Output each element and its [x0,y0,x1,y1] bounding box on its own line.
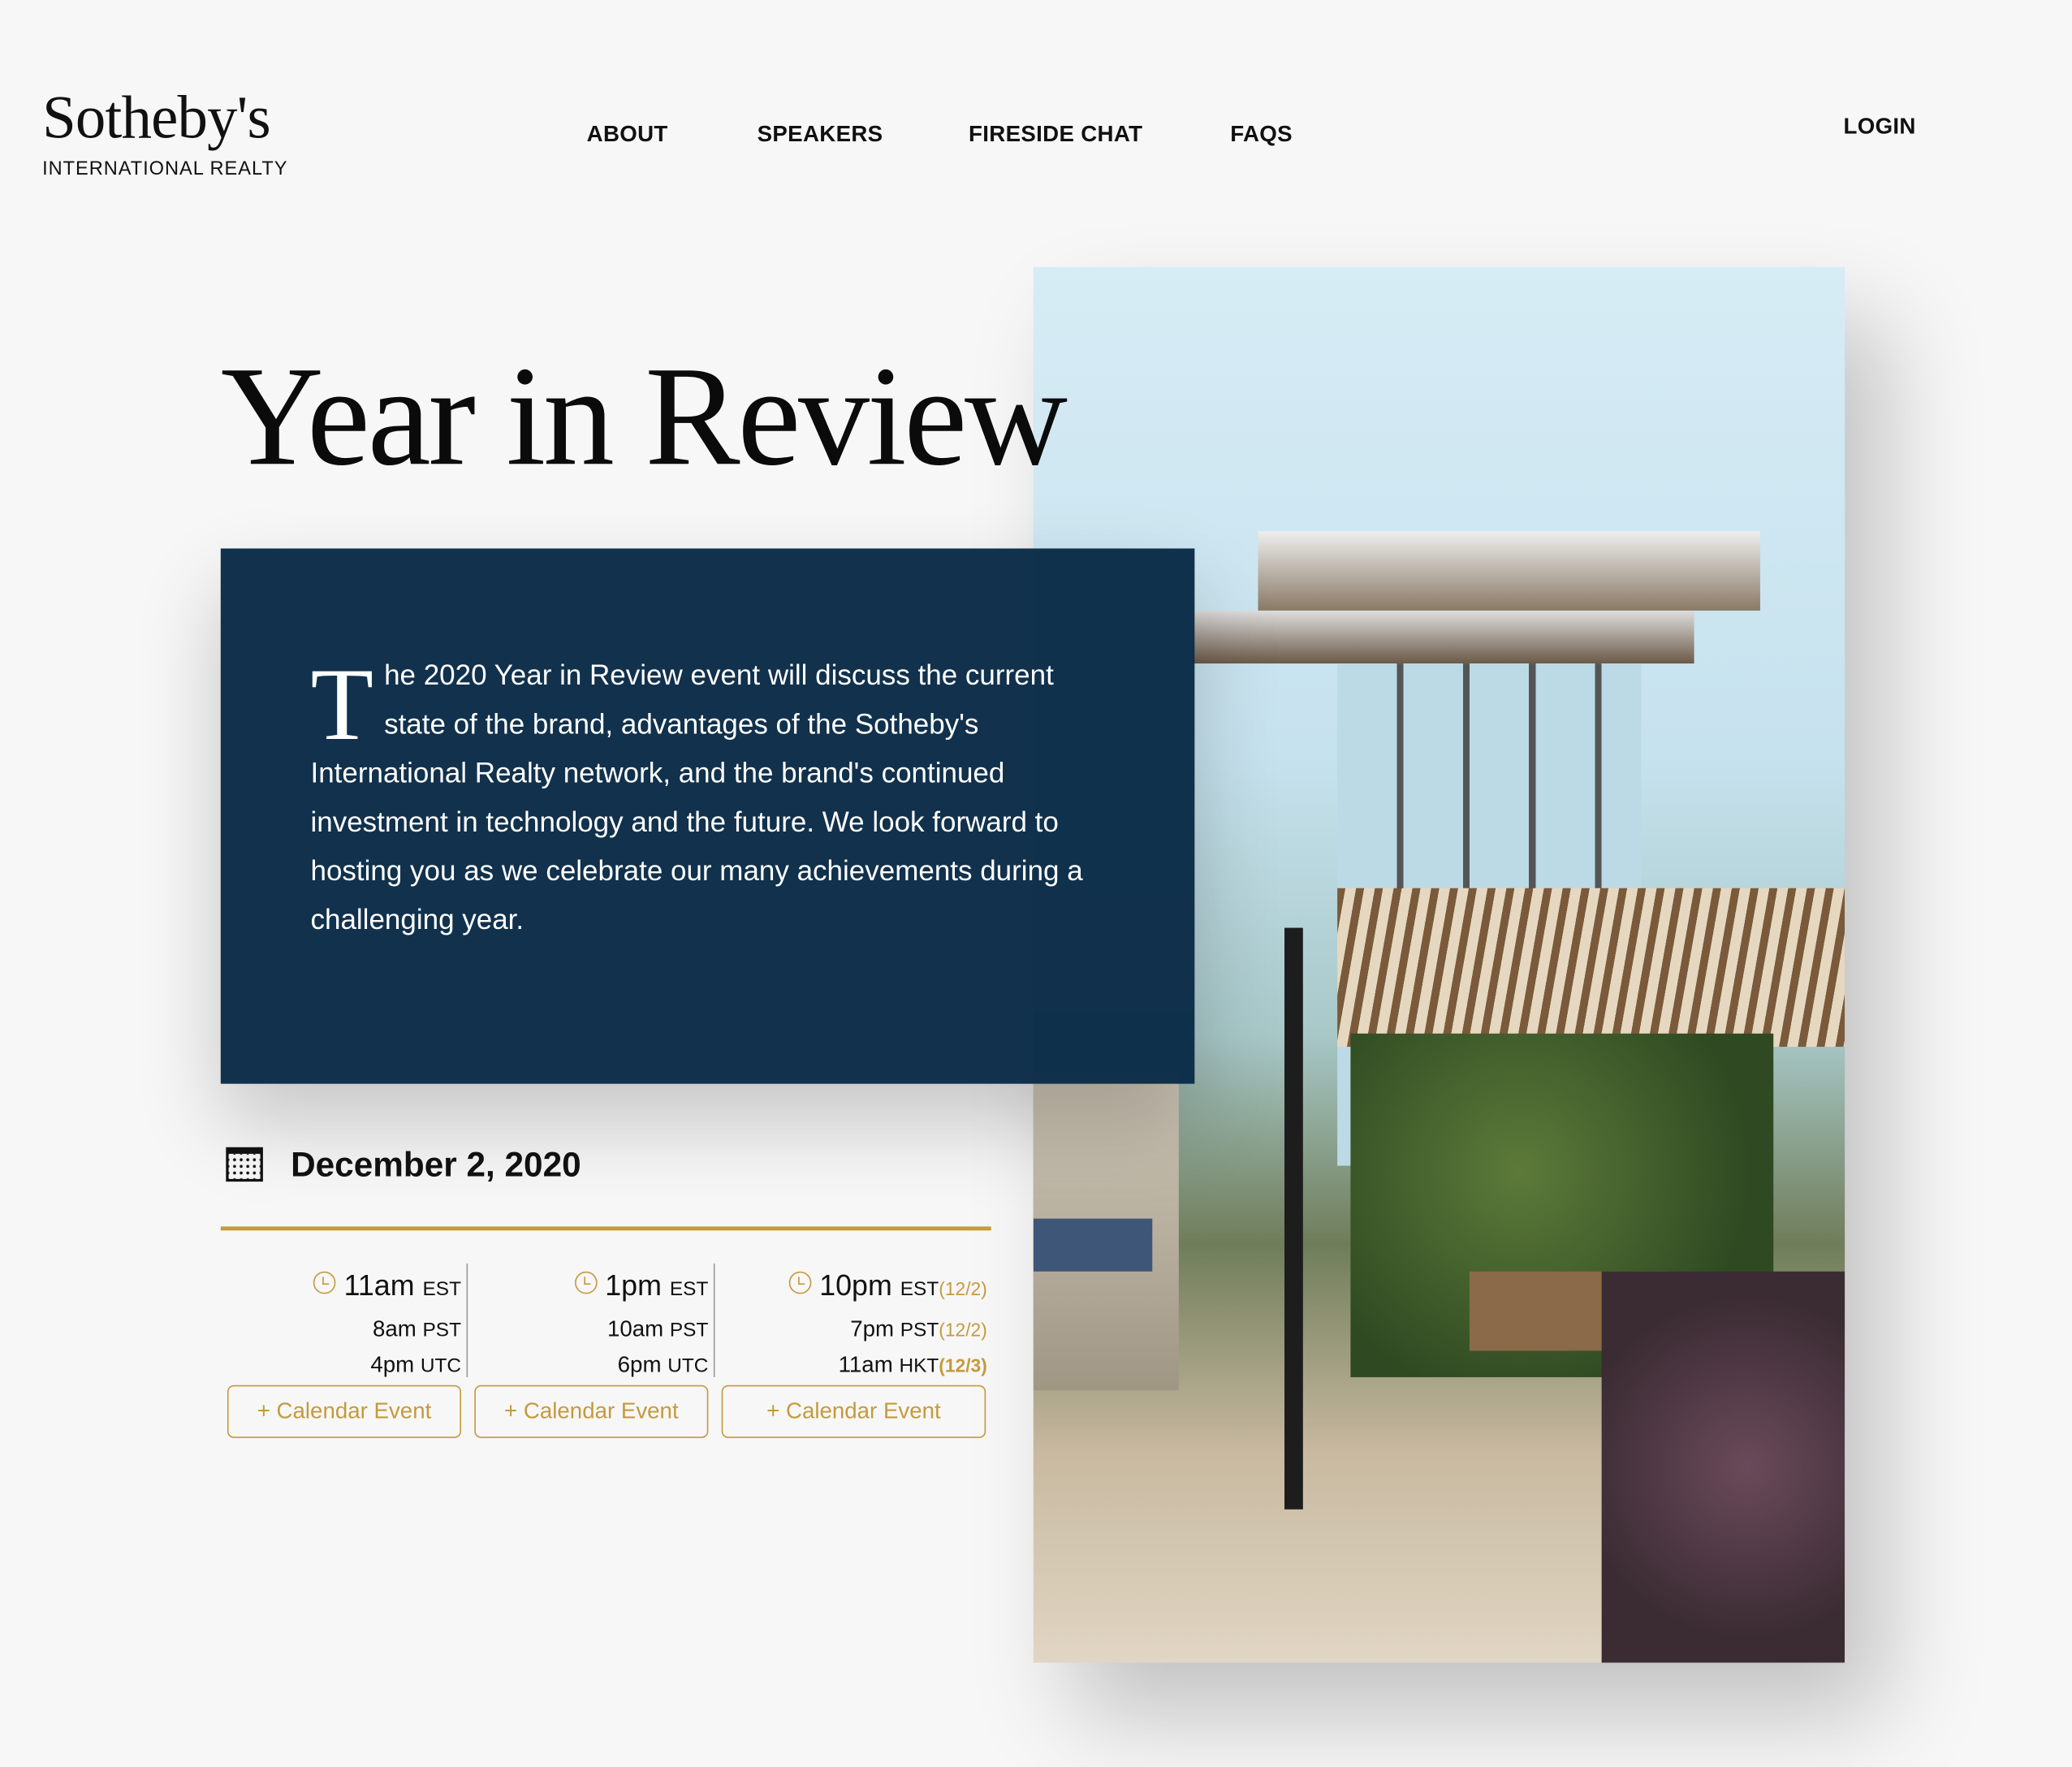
shrubs [1601,1271,1845,1663]
nav-speakers[interactable]: SPEAKERS [758,122,883,149]
nav-faqs[interactable]: FAQS [1230,122,1293,149]
time: 6pm [617,1352,662,1377]
timezone: EST [669,1277,709,1301]
cushion [1033,1218,1153,1272]
time: 7pm [850,1316,895,1342]
session-1: 11am EST 8am PST 4pm UTC [227,1264,461,1377]
calendar-icon [226,1147,263,1182]
timezone: PST [422,1319,462,1342]
divider [220,1226,991,1231]
add-calendar-event-button-3[interactable]: + Calendar Event [721,1385,986,1438]
timezone: PST [669,1319,709,1342]
nav-about[interactable]: ABOUT [587,122,668,149]
session-2: 1pm EST 10am PST 6pm UTC [474,1264,708,1377]
timezone: EST [422,1277,462,1301]
time: 11am [343,1268,415,1303]
timezone: EST [900,1277,939,1301]
date-note: (12/2) [939,1319,987,1341]
intro-body: he 2020 Year in Review event will discus… [310,659,1083,936]
logo-subtitle: INTERNATIONAL REALTY [42,158,288,180]
event-date: December 2, 2020 [291,1144,581,1185]
time: 1pm [605,1268,662,1303]
page-title: Year in Review [220,338,1068,496]
timezone: UTC [667,1354,709,1377]
intro-text: The 2020 Year in Review event will discu… [310,651,1116,944]
timezone: UTC [420,1354,462,1377]
add-calendar-event-button-2[interactable]: + Calendar Event [474,1385,709,1438]
clock-icon [313,1271,336,1294]
date-note: (12/3) [939,1354,987,1376]
time: 10pm [819,1268,892,1303]
pergola [1337,888,1845,1048]
intro-panel: The 2020 Year in Review event will discu… [220,548,1195,1084]
nav-fireside-chat[interactable]: FIRESIDE CHAT [969,122,1142,149]
page: Sotheby's INTERNATIONAL REALTY ABOUT SPE… [0,0,2072,1767]
column-divider [713,1263,715,1377]
post [1284,927,1303,1510]
date-note: (12/2) [939,1277,987,1299]
time: 11am [838,1352,893,1377]
clock-icon [574,1271,598,1294]
clock-icon [788,1271,812,1294]
column-divider [466,1263,468,1377]
roof-overhang [1258,531,1760,611]
add-calendar-event-button-1[interactable]: + Calendar Event [227,1385,462,1438]
time: 4pm [370,1352,415,1377]
time: 8am [372,1316,417,1342]
timezone: HKT [899,1354,939,1377]
roof-beam [1192,610,1694,664]
time: 10am [606,1316,664,1342]
login-link[interactable]: LOGIN [1844,114,1916,140]
timezone: PST [900,1319,939,1342]
dropcap: T [310,646,374,762]
logo[interactable]: Sotheby's [42,82,271,152]
session-3: 10pm EST(12/2) 7pm PST(12/2) 11am HKT(12… [722,1264,987,1377]
